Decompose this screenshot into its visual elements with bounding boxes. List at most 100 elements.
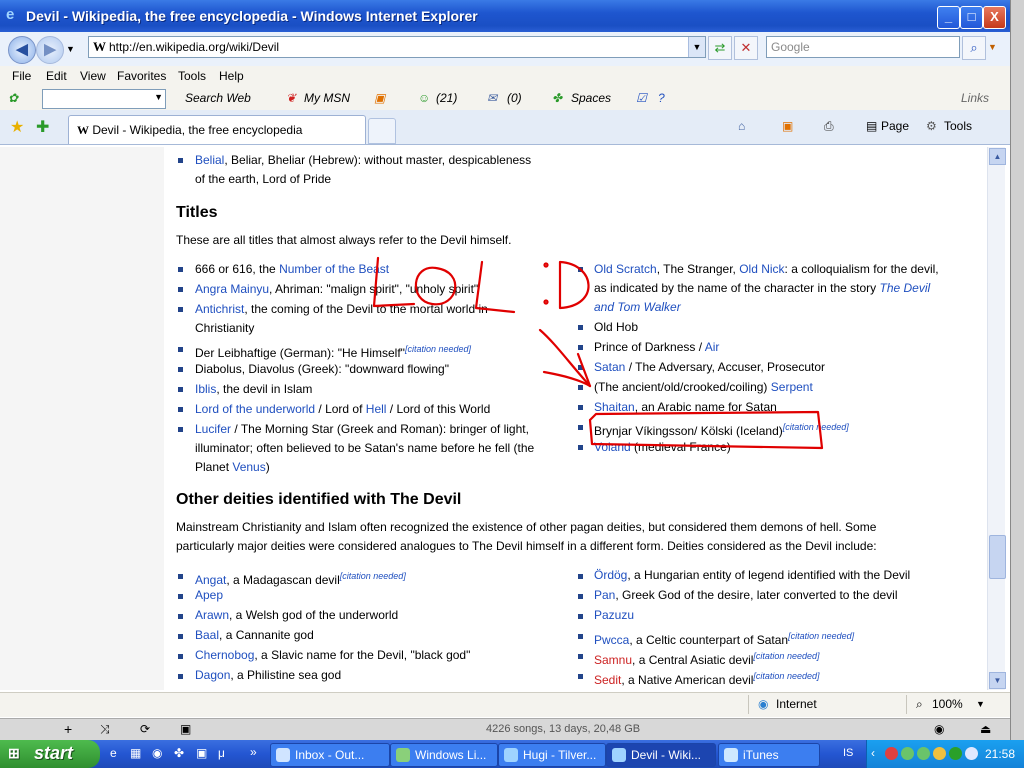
minimize-button[interactable]: _ <box>937 6 960 29</box>
checkbox-icon[interactable]: ☑ <box>636 91 647 105</box>
menu-edit[interactable]: Edit <box>46 69 67 83</box>
link-pan[interactable]: Pan <box>594 588 615 602</box>
link-angra-mainyu[interactable]: Angra Mainyu <box>195 282 269 296</box>
quicklaunch-messenger-icon[interactable]: ✤ <box>174 746 184 760</box>
citation-needed-link[interactable]: [citation needed] <box>340 571 406 581</box>
quicklaunch-more-icon[interactable]: » <box>250 745 257 759</box>
task-outlook[interactable]: Inbox - Out... <box>270 743 390 767</box>
print-icon[interactable]: ⎙ <box>824 119 834 134</box>
link-baal[interactable]: Baal <box>195 628 219 642</box>
link-angat[interactable]: Angat <box>195 573 226 587</box>
menu-view[interactable]: View <box>80 69 106 83</box>
link-apep[interactable]: Apep <box>195 588 223 602</box>
scroll-up-icon[interactable]: ▲ <box>989 148 1006 165</box>
search-web-button[interactable]: Search Web <box>185 91 251 105</box>
links-label[interactable]: Links <box>961 91 989 105</box>
tools-menu[interactable]: Tools <box>944 119 972 133</box>
link-lucifer[interactable]: Lucifer <box>195 422 231 436</box>
menu-favorites[interactable]: Favorites <box>117 69 166 83</box>
maximize-button[interactable]: □ <box>960 6 983 29</box>
language-indicator[interactable]: IS <box>843 747 853 759</box>
mail-count[interactable]: (0) <box>507 91 522 105</box>
scroll-thumb[interactable] <box>989 535 1006 579</box>
tray-volume-icon[interactable] <box>965 747 978 760</box>
help-icon[interactable]: ? <box>658 91 665 105</box>
add-favorites-icon[interactable]: ✚ <box>36 117 49 137</box>
task-itunes[interactable]: iTunes <box>718 743 820 767</box>
favorites-star-icon[interactable]: ★ <box>10 117 24 137</box>
start-button[interactable]: ⊞ start <box>0 740 100 768</box>
vertical-scrollbar[interactable]: ▲ ▼ <box>987 147 1006 690</box>
citation-needed-link[interactable]: [citation needed] <box>405 344 471 354</box>
link-iblis[interactable]: Iblis <box>195 382 216 396</box>
quicklaunch-desktop-icon[interactable]: ▦ <box>130 746 141 760</box>
task-devil-wiki[interactable]: Devil - Wiki... <box>606 743 716 767</box>
title-bar[interactable]: e Devil - Wikipedia, the free encycloped… <box>0 0 1010 32</box>
new-tab-button[interactable] <box>368 118 396 144</box>
menu-help[interactable]: Help <box>219 69 244 83</box>
link-number-of-the-beast[interactable]: Number of the Beast <box>279 262 389 276</box>
artwork-icon[interactable]: ▣ <box>180 722 191 736</box>
zoom-level[interactable]: 100% <box>932 697 963 711</box>
tab-devil[interactable]: W Devil - Wikipedia, the free encycloped… <box>68 115 366 144</box>
citation-needed-link[interactable]: [citation needed] <box>788 631 854 641</box>
tray-security-icon[interactable] <box>949 747 962 760</box>
link-shaitan[interactable]: Shaitan <box>594 400 635 414</box>
rss-icon[interactable]: ▣ <box>374 91 385 105</box>
tray-expand-icon[interactable]: ‹ <box>871 746 875 760</box>
tray-utorrent-icon[interactable] <box>901 747 914 760</box>
citation-needed-link[interactable]: [citation needed] <box>783 422 849 432</box>
page-menu[interactable]: Page <box>881 119 909 133</box>
stop-button[interactable]: ✕ <box>734 36 758 60</box>
link-serpent[interactable]: Serpent <box>771 380 813 394</box>
link-arawn[interactable]: Arawn <box>195 608 229 622</box>
add-icon[interactable]: + <box>64 721 72 737</box>
forward-button[interactable]: ▶ <box>36 36 64 64</box>
url-field[interactable]: W http://en.wikipedia.org/wiki/Devil ▼ <box>88 36 706 58</box>
visualizer-icon[interactable]: ◉ <box>934 722 944 736</box>
search-options-icon[interactable]: ▼ <box>988 42 997 52</box>
redlink-sedit[interactable]: Sedit <box>594 673 621 687</box>
link-dagon[interactable]: Dagon <box>195 668 230 682</box>
link-pazuzu[interactable]: Pazuzu <box>594 608 634 622</box>
quicklaunch-ie-icon[interactable]: e <box>110 746 117 760</box>
quicklaunch-utorrent-icon[interactable]: μ <box>218 746 225 760</box>
home-icon[interactable]: ⌂ <box>738 119 745 133</box>
link-hell[interactable]: Hell <box>366 402 387 416</box>
redlink-samnu[interactable]: Samnu <box>594 653 632 667</box>
security-zone[interactable]: Internet <box>776 697 817 711</box>
close-button[interactable]: X <box>983 6 1006 29</box>
link-satan[interactable]: Satan <box>594 360 625 374</box>
link-lord-of-the-underworld[interactable]: Lord of the underworld <box>195 402 315 416</box>
link-the-devil-and-tom-walker[interactable]: The Devil <box>880 281 931 295</box>
link-air[interactable]: Air <box>705 340 720 354</box>
my-msn-button[interactable]: My MSN <box>304 91 350 105</box>
link-voland[interactable]: Voland <box>594 440 631 454</box>
url-dropdown-icon[interactable]: ▼ <box>688 37 705 57</box>
spaces-button[interactable]: Spaces <box>571 91 611 105</box>
link-pwcca[interactable]: Pwcca <box>594 633 629 647</box>
zoom-dropdown-icon[interactable]: ▼ <box>976 699 985 709</box>
eject-icon[interactable]: ⏏ <box>980 722 991 736</box>
tray-app-icon[interactable] <box>885 747 898 760</box>
feeds-icon[interactable]: ▣ <box>782 119 793 133</box>
search-icon[interactable]: ⌕ <box>962 36 986 60</box>
msn-butterfly-icon[interactable]: ✿ <box>8 91 18 105</box>
menu-file[interactable]: File <box>12 69 31 83</box>
tray-network-icon[interactable] <box>917 747 930 760</box>
link-chernobog[interactable]: Chernobog <box>195 648 254 662</box>
citation-needed-link[interactable]: [citation needed] <box>753 671 819 681</box>
refresh-button[interactable]: ⇄ <box>708 36 732 60</box>
link-old-nick[interactable]: Old Nick <box>739 262 784 276</box>
tray-messenger-icon[interactable] <box>933 747 946 760</box>
scroll-down-icon[interactable]: ▼ <box>989 672 1006 689</box>
link-antichrist[interactable]: Antichrist <box>195 302 244 316</box>
contacts-count[interactable]: (21) <box>436 91 457 105</box>
citation-needed-link[interactable]: [citation needed] <box>753 651 819 661</box>
task-windows-live[interactable]: Windows Li... <box>390 743 498 767</box>
recent-pages-dropdown-icon[interactable]: ▼ <box>66 44 75 54</box>
link-tom-walker[interactable]: and Tom Walker <box>594 300 681 314</box>
shuffle-icon[interactable]: ⤨ <box>100 722 110 737</box>
msn-search-box[interactable]: ▼ <box>42 89 166 109</box>
search-input[interactable]: Google <box>766 36 960 58</box>
